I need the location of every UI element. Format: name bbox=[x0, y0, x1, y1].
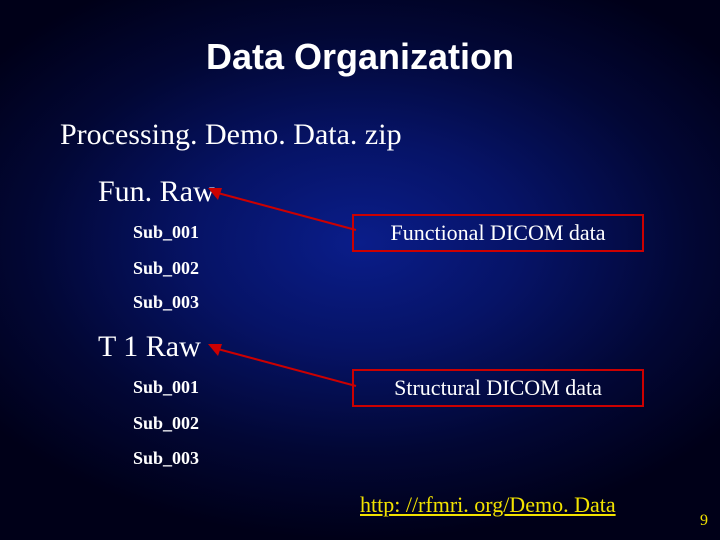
slide-title: Data Organization bbox=[0, 36, 720, 78]
page-number: 9 bbox=[700, 512, 708, 530]
callout-functional-dicom: Functional DICOM data bbox=[352, 214, 644, 252]
fun-sub-002: Sub_002 bbox=[133, 258, 199, 279]
t1-sub-003: Sub_003 bbox=[133, 448, 199, 469]
demo-data-link[interactable]: http: //rfmri. org/Demo. Data bbox=[360, 492, 616, 518]
arrow-t1-to-callout bbox=[208, 344, 358, 388]
folder-fun-raw: Fun. Raw bbox=[98, 175, 215, 209]
t1-sub-001: Sub_001 bbox=[133, 377, 199, 398]
folder-t1-raw: T 1 Raw bbox=[98, 330, 201, 364]
fun-sub-003: Sub_003 bbox=[133, 292, 199, 313]
slide: Data Organization Processing. Demo. Data… bbox=[0, 0, 720, 540]
fun-sub-001: Sub_001 bbox=[133, 222, 199, 243]
archive-filename: Processing. Demo. Data. zip bbox=[60, 118, 402, 152]
callout-structural-dicom: Structural DICOM data bbox=[352, 369, 644, 407]
t1-sub-002: Sub_002 bbox=[133, 413, 199, 434]
arrow-fun-to-callout bbox=[208, 188, 358, 232]
